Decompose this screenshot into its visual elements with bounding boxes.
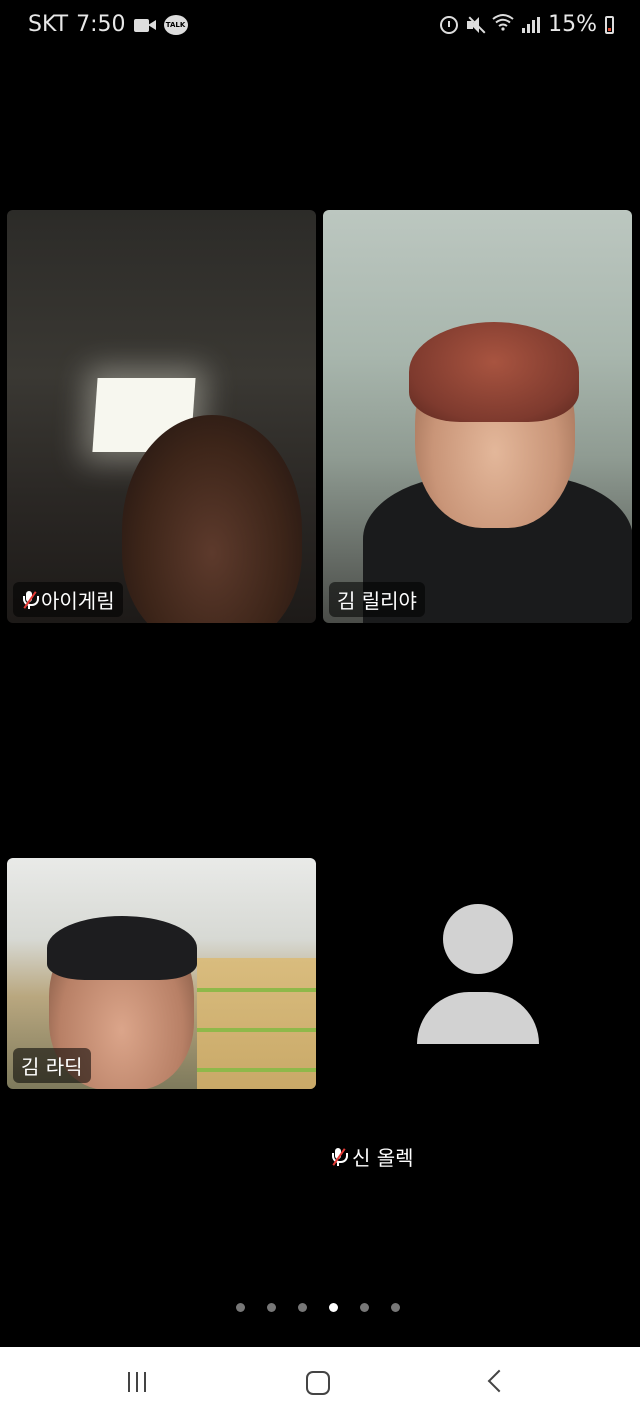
back-icon[interactable] (487, 1369, 511, 1393)
participant-name-tag: 신 올렉 (330, 1142, 414, 1171)
participant-name-tag: 아이게림 (13, 582, 123, 617)
page-dot[interactable] (391, 1303, 400, 1312)
participant-name-tag: 김 라딕 (13, 1048, 91, 1083)
page-dot[interactable] (236, 1303, 245, 1312)
participant-video-feed (122, 415, 302, 623)
video-camera-icon (133, 18, 156, 32)
carrier-label: SKT (28, 12, 69, 37)
participant-name: 김 릴리야 (337, 589, 417, 613)
participant-name-tag: 김 릴리야 (329, 582, 425, 617)
participant-name: 신 올렉 (352, 1146, 414, 1170)
page-dot-active[interactable] (329, 1303, 338, 1312)
system-navigation-bar (0, 1347, 640, 1422)
battery-percent: 15% (548, 12, 597, 37)
page-dot[interactable] (360, 1303, 369, 1312)
avatar-placeholder-icon (443, 904, 513, 974)
status-bar-left: SKT 7:50 TALK (28, 12, 188, 37)
page-dot[interactable] (298, 1303, 307, 1312)
video-tile-participant-3[interactable]: 김 라딕 (7, 858, 316, 1089)
video-tile-participant-2[interactable]: 김 릴리야 (323, 210, 632, 623)
signal-icon (522, 16, 541, 33)
kakaotalk-icon: TALK (163, 14, 188, 35)
status-bar-right: 15% (440, 12, 614, 37)
battery-icon (605, 15, 614, 34)
recents-icon[interactable] (128, 1372, 146, 1392)
wifi-icon (492, 12, 514, 37)
participant-name: 아이게림 (41, 589, 115, 613)
alarm-icon (440, 15, 459, 34)
mic-off-icon (330, 1147, 348, 1167)
clock: 7:50 (76, 12, 126, 37)
page-indicator (236, 1303, 400, 1312)
mic-off-icon (21, 590, 39, 610)
home-icon[interactable] (306, 1371, 330, 1395)
status-bar: SKT 7:50 TALK 15% (0, 0, 640, 50)
avatar-placeholder-body (417, 992, 539, 1044)
kitchen-shelf (197, 958, 316, 1089)
participant-name: 김 라딕 (21, 1055, 83, 1079)
video-tile-participant-1[interactable]: 아이게림 (7, 210, 316, 623)
page-dot[interactable] (267, 1303, 276, 1312)
participant-hair (409, 322, 579, 422)
participant-hair (47, 916, 197, 980)
mute-icon (466, 16, 486, 34)
